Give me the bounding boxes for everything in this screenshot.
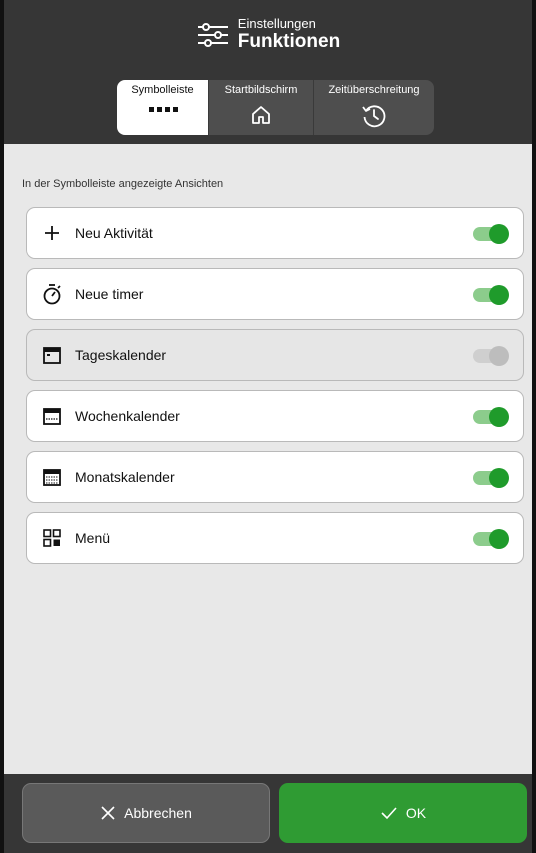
ok-button-label: OK — [405, 805, 427, 821]
title-block: Einstellungen Funktionen — [4, 16, 532, 53]
month-calendar-icon — [41, 466, 63, 488]
list-item-label: Neue timer — [75, 286, 144, 302]
list-item-neu-aktivitaet[interactable]: Neu Aktivität — [26, 207, 524, 259]
toggle-switch[interactable] — [473, 468, 509, 488]
list-item-label: Neu Aktivität — [75, 225, 153, 241]
list-item-wochenkalender[interactable]: Wochenkalender — [26, 390, 524, 442]
cancel-button[interactable]: Abbrechen — [22, 783, 270, 843]
list-item-label: Wochenkalender — [75, 408, 180, 424]
page-title: Funktionen — [237, 31, 341, 52]
close-icon — [100, 805, 116, 821]
title-text: Einstellungen Funktionen — [238, 16, 340, 53]
day-calendar-icon — [41, 344, 63, 366]
list-item-label: Menü — [75, 530, 111, 546]
history-icon — [362, 105, 386, 128]
ok-button[interactable]: OK — [279, 783, 527, 843]
toggle-switch[interactable] — [473, 529, 509, 549]
week-calendar-icon — [41, 405, 63, 427]
list-item-tageskalender[interactable]: Tageskalender — [26, 329, 524, 381]
plus-icon — [41, 222, 63, 244]
tab-label: Symbolleiste — [131, 84, 194, 96]
menu-grid-icon — [41, 527, 63, 549]
app-frame: Einstellungen Funktionen Symbolleiste St… — [0, 0, 536, 853]
toggle-switch[interactable] — [473, 224, 509, 244]
toggle-switch[interactable] — [473, 407, 509, 427]
toggle-switch[interactable] — [473, 346, 509, 366]
tab-startbildschirm[interactable]: Startbildschirm — [209, 80, 314, 135]
home-icon — [252, 106, 270, 124]
list-item-label: Tageskalender — [75, 347, 167, 363]
header: Einstellungen Funktionen Symbolleiste St… — [4, 0, 532, 144]
list-item-neue-timer[interactable]: Neue timer — [26, 268, 524, 320]
stopwatch-icon — [41, 283, 63, 305]
tab-label: Zeitüberschreitung — [328, 84, 420, 96]
toggle-switch[interactable] — [473, 285, 509, 305]
cancel-button-label: Abbrechen — [124, 805, 192, 821]
tab-bar: Symbolleiste Startbildschirm Zeitübersch… — [117, 80, 434, 135]
sliders-icon — [197, 22, 228, 47]
list-item-monatskalender[interactable]: Monatskalender — [26, 451, 524, 503]
tab-symbolleiste[interactable]: Symbolleiste — [117, 80, 209, 135]
check-icon — [380, 806, 398, 820]
tab-zeitueberschreitung[interactable]: Zeitüberschreitung — [314, 80, 434, 135]
footer: Abbrechen OK — [4, 774, 532, 853]
content-area: In der Symbolleiste angezeigte Ansichten… — [4, 144, 532, 774]
tab-label: Startbildschirm — [224, 84, 298, 96]
toolbar-dots-icon — [148, 107, 178, 112]
list-item-label: Monatskalender — [75, 469, 175, 485]
page-subtitle: Einstellungen — [237, 16, 316, 31]
list-item-menue[interactable]: Menü — [26, 512, 524, 564]
section-label: In der Symbolleiste angezeigte Ansichten — [22, 178, 224, 190]
